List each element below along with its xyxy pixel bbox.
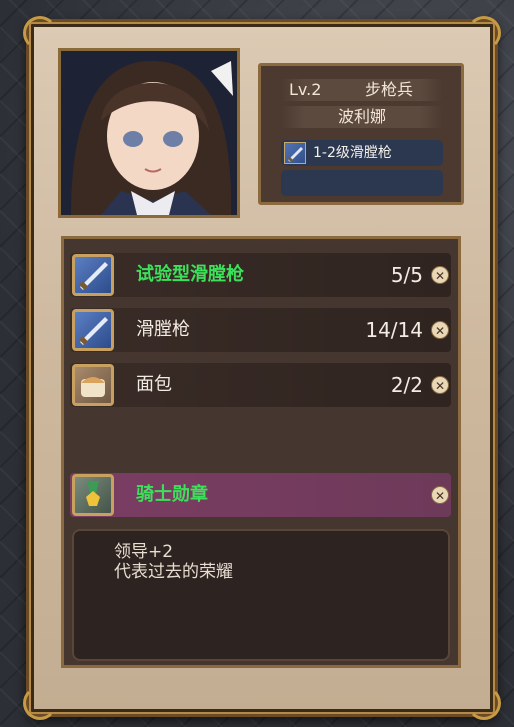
item-name: 试验型滑膛枪 xyxy=(136,264,244,285)
item-name: 面包 xyxy=(136,374,172,395)
inventory-panel: 试验型滑膛枪 5/5 ✕ 滑膛枪 14/14 ✕ 面包 2/2 ✕ 骑士勋章 ✕… xyxy=(61,236,461,668)
ornament-corner xyxy=(467,686,501,720)
inventory-item[interactable]: 滑膛枪 14/14 ✕ xyxy=(70,308,451,352)
ornament-corner xyxy=(467,16,501,50)
rifle-icon xyxy=(72,309,114,351)
description-line: 代表过去的荣耀 xyxy=(114,562,233,582)
equipped-weapon-slot[interactable]: 1-2级滑膛枪 xyxy=(281,140,443,166)
level-class-row: Lv.2 步枪兵 xyxy=(281,79,443,101)
item-count: 5/5 xyxy=(390,263,423,287)
empty-weapon-slot[interactable] xyxy=(281,170,443,196)
equipped-weapon-name: 1-2级滑膛枪 xyxy=(313,145,392,161)
item-name: 滑膛枪 xyxy=(136,319,190,340)
unit-name: 波利娜 xyxy=(281,106,443,128)
medal-icon xyxy=(72,474,114,516)
remove-item-button[interactable]: ✕ xyxy=(431,376,449,394)
ornament-corner xyxy=(23,686,57,720)
remove-item-button[interactable]: ✕ xyxy=(431,266,449,284)
item-count: 2/2 xyxy=(390,373,423,397)
remove-item-button[interactable]: ✕ xyxy=(431,321,449,339)
item-count: 14/14 xyxy=(365,318,423,342)
accessory-item[interactable]: 骑士勋章 ✕ xyxy=(70,473,451,517)
ornament-corner xyxy=(23,16,57,50)
unit-portrait xyxy=(58,48,240,218)
inventory-item[interactable]: 面包 2/2 ✕ xyxy=(70,363,451,407)
inventory-item[interactable]: 试验型滑膛枪 5/5 ✕ xyxy=(70,253,451,297)
unit-level: Lv.2 xyxy=(289,80,322,99)
portrait-image xyxy=(61,51,237,215)
bread-icon xyxy=(72,364,114,406)
remove-accessory-button[interactable]: ✕ xyxy=(431,486,449,504)
rifle-icon xyxy=(72,254,114,296)
accessory-name: 骑士勋章 xyxy=(136,484,208,505)
item-description: 领导+2 代表过去的荣耀 xyxy=(72,529,450,661)
unit-class: 步枪兵 xyxy=(364,80,413,99)
rifle-icon xyxy=(284,142,306,164)
unit-info-box: Lv.2 步枪兵 波利娜 1-2级滑膛枪 xyxy=(258,63,464,205)
